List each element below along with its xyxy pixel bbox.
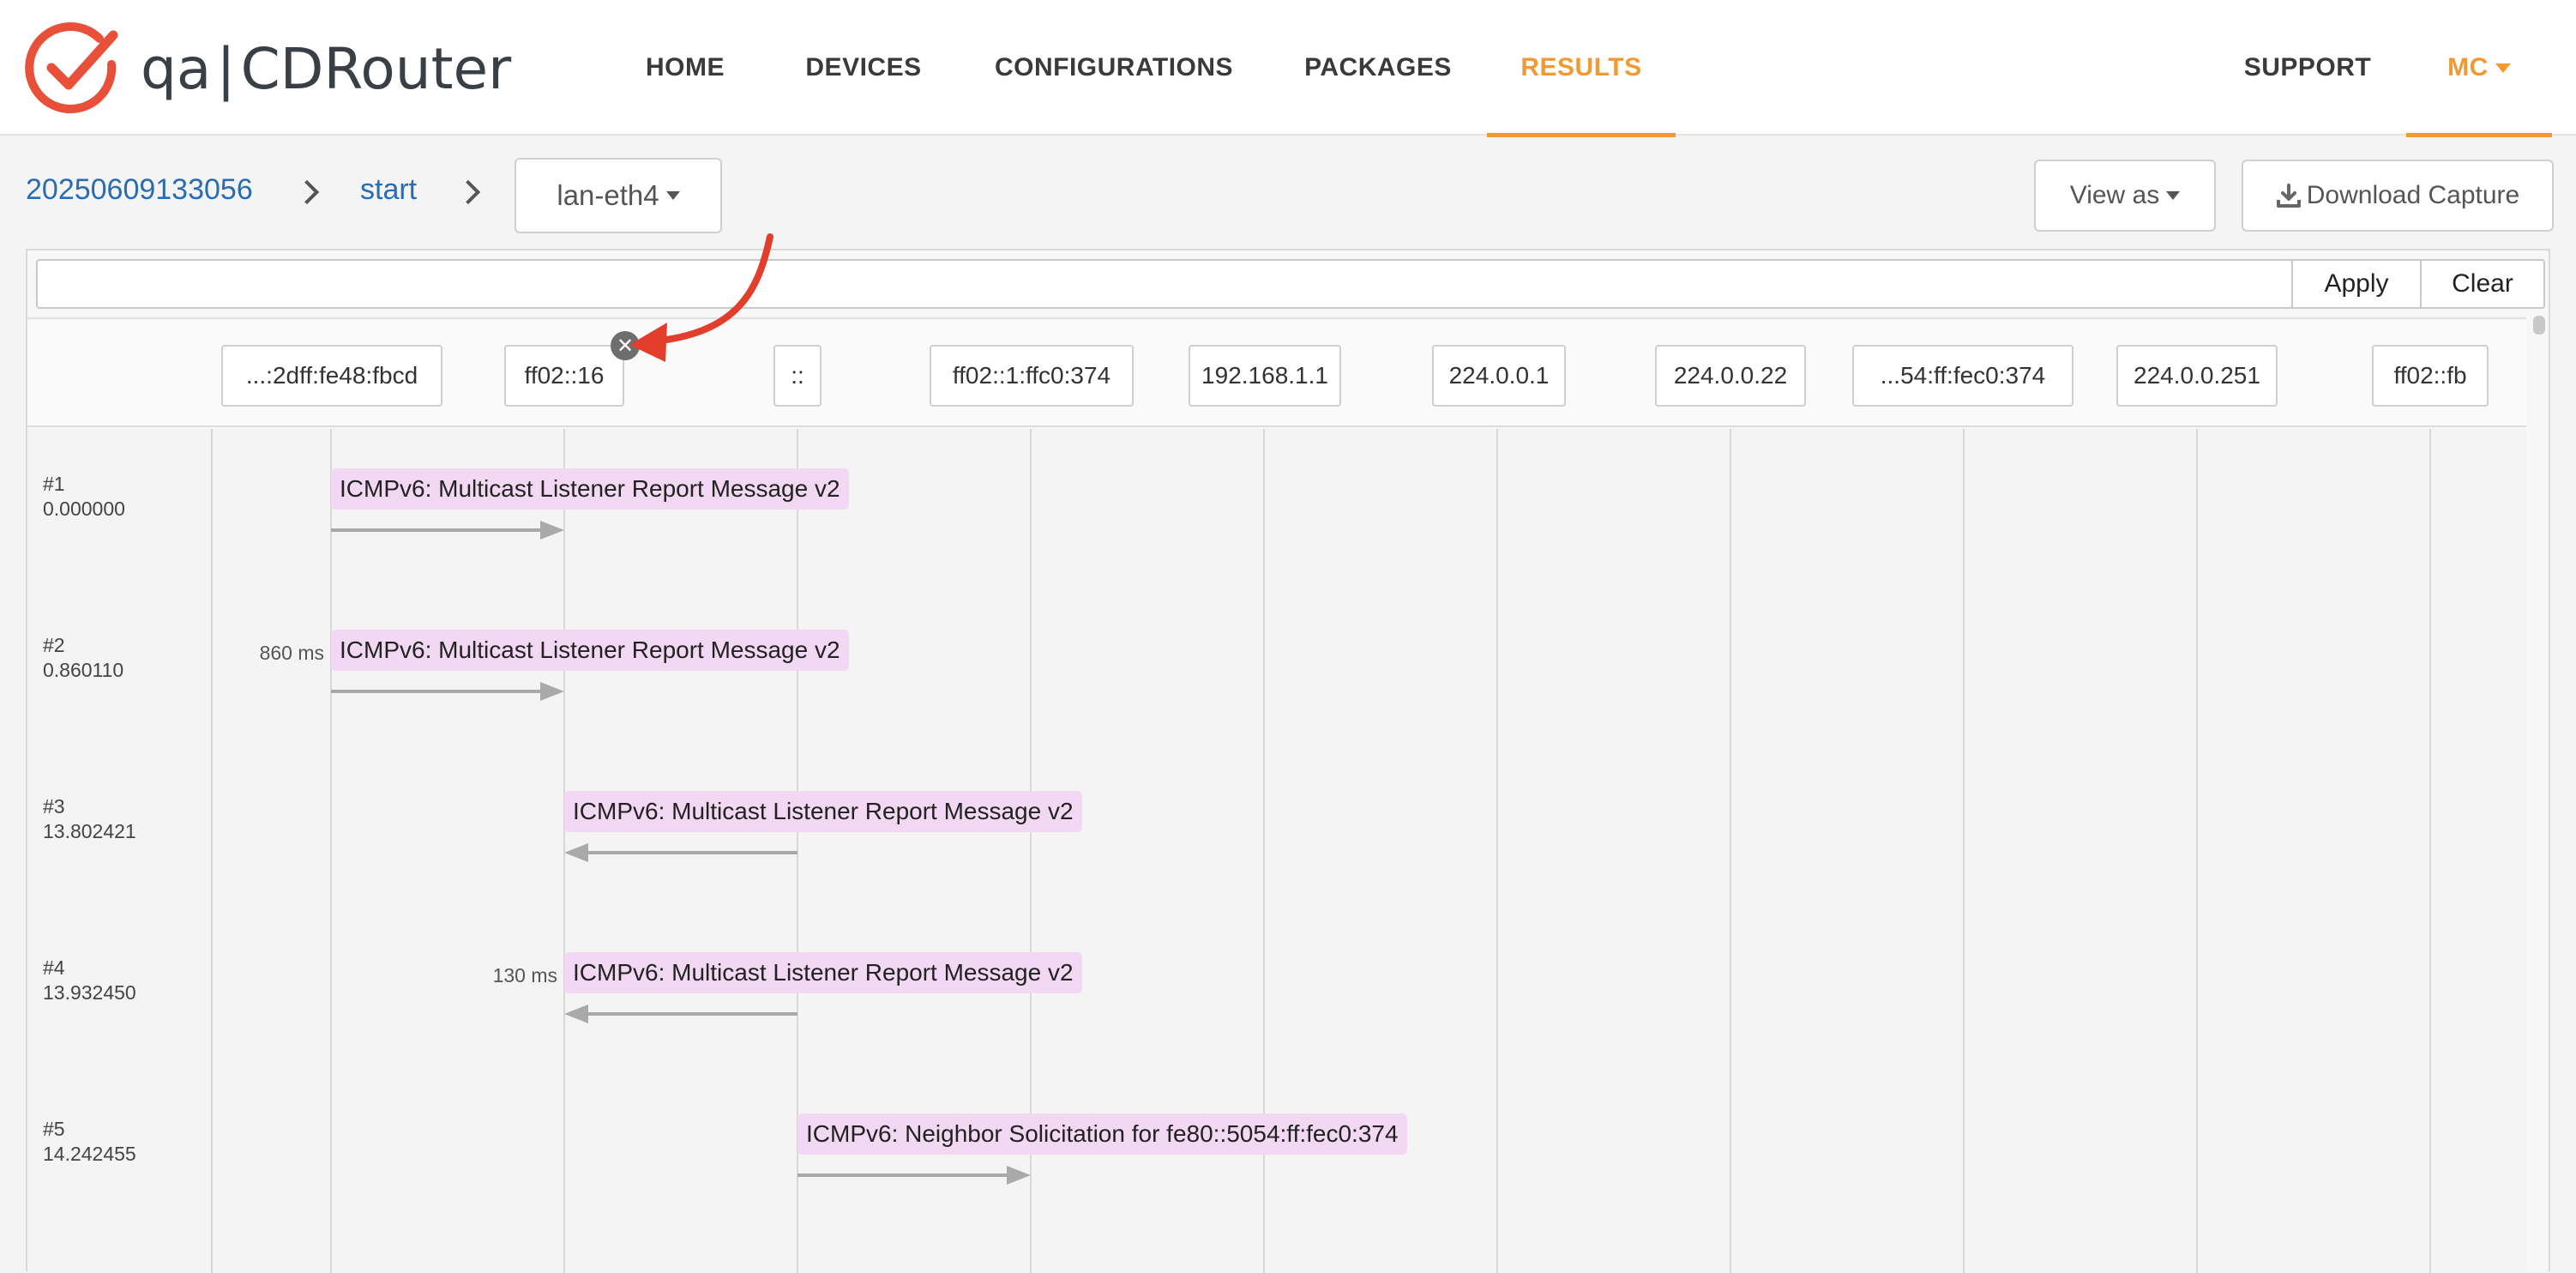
nav-devices[interactable]: DEVICES: [803, 0, 924, 136]
time-delta: 130 ms: [492, 964, 557, 986]
host-column[interactable]: ff02::16: [504, 345, 624, 407]
packet-index: #3 13.802421: [43, 794, 136, 844]
lifeline: [2429, 429, 2431, 1273]
packet-number: #2: [43, 634, 65, 656]
user-initials: MC: [2447, 53, 2489, 81]
view-as-label: View as: [2069, 181, 2160, 209]
arrow-right-icon: [797, 1165, 1031, 1186]
host-column[interactable]: 224.0.0.1: [1432, 345, 1566, 407]
lifeline: [2196, 429, 2198, 1273]
packet-message[interactable]: ICMPv6: Multicast Listener Report Messag…: [331, 630, 849, 671]
nav-home[interactable]: HOME: [636, 0, 734, 136]
arrow-right-icon: [331, 520, 564, 540]
packet-timestamp: 0.000000: [43, 498, 125, 520]
host-column[interactable]: 224.0.0.22: [1655, 345, 1806, 407]
nav-results[interactable]: RESULTS: [1487, 0, 1676, 137]
filter-input[interactable]: [36, 259, 2293, 309]
interface-dropdown-label: lan-eth4: [557, 179, 659, 211]
logo-text: qa|CDRouter: [141, 35, 512, 102]
host-column[interactable]: 192.168.1.1: [1189, 345, 1341, 407]
breadcrumb-test-link[interactable]: start: [360, 173, 417, 207]
host-column[interactable]: ff02::fb: [2372, 345, 2489, 407]
lifeline: [1496, 429, 1498, 1273]
packet-message[interactable]: ICMPv6: Multicast Listener Report Messag…: [564, 791, 1082, 832]
sequence-diagram: #1 0.000000 ICMPv6: Multicast Listener Rep…: [27, 429, 2526, 1273]
interface-dropdown[interactable]: lan-eth4: [515, 158, 722, 233]
nav-configurations[interactable]: CONFIGURATIONS: [995, 0, 1233, 136]
packet-flow-panel: Apply Clear ...:2dff:fe48:fbcd ff02::16 …: [26, 249, 2550, 1273]
scrollbar-thumb[interactable]: [2533, 316, 2545, 335]
view-as-button[interactable]: View as: [2034, 160, 2216, 232]
chevron-right-icon: [294, 179, 320, 205]
packet-timestamp: 14.242455: [43, 1143, 136, 1165]
breadcrumb-result-link[interactable]: 20250609133056: [26, 173, 253, 207]
host-column[interactable]: ff02::1:ffc0:374: [930, 345, 1134, 407]
clear-button[interactable]: Clear: [2420, 259, 2545, 309]
host-column[interactable]: ...54:ff:fec0:374: [1852, 345, 2073, 407]
arrow-left-icon: [564, 842, 797, 863]
packet-timestamp: 13.802421: [43, 820, 136, 842]
nav-packages[interactable]: PACKAGES: [1304, 0, 1451, 136]
chevron-right-icon: [455, 179, 481, 205]
caret-down-icon: [2495, 63, 2511, 73]
download-icon: [2276, 184, 2301, 208]
time-delta: 860 ms: [259, 642, 324, 664]
packet-index: #4 13.932450: [43, 956, 136, 1005]
caret-down-icon: [665, 191, 680, 200]
lifeline: [1730, 429, 1731, 1273]
packet-index: #1 0.000000: [43, 472, 125, 522]
packet-message[interactable]: ICMPv6: Multicast Listener Report Messag…: [331, 468, 849, 510]
top-navbar: qa|CDRouter HOME DEVICES CONFIGURATIONS …: [0, 0, 2576, 137]
host-column[interactable]: ::: [773, 345, 822, 407]
host-column[interactable]: ...:2dff:fe48:fbcd: [221, 345, 442, 407]
packet-number: #1: [43, 473, 65, 495]
packet-message[interactable]: ICMPv6: Multicast Listener Report Messag…: [564, 952, 1082, 993]
logo[interactable]: qa|CDRouter: [24, 21, 511, 117]
packet-message[interactable]: ICMPv6: Neighbor Solicitation for fe80::…: [797, 1113, 1407, 1155]
packet-timestamp: 13.932450: [43, 981, 136, 1004]
check-circle-logo-icon: [25, 22, 118, 114]
lifeline: [1963, 429, 1965, 1273]
user-menu[interactable]: MC: [2406, 0, 2552, 137]
packet-number: #5: [43, 1118, 65, 1140]
download-capture-label: Download Capture: [2306, 181, 2520, 209]
arrow-left-icon: [564, 1004, 797, 1024]
host-column[interactable]: 224.0.0.251: [2116, 345, 2278, 407]
packet-index: #5 14.242455: [43, 1117, 136, 1167]
packet-timestamp: 0.860110: [43, 659, 124, 681]
lifeline: [330, 429, 332, 1273]
packet-number: #4: [43, 956, 65, 979]
apply-button[interactable]: Apply: [2291, 259, 2422, 309]
arrow-right-icon: [331, 681, 564, 702]
nav-support[interactable]: SUPPORT: [2235, 0, 2380, 136]
packet-number: #3: [43, 795, 65, 817]
download-capture-button[interactable]: Download Capture: [2242, 160, 2554, 232]
caret-down-icon: [2166, 191, 2181, 200]
packet-index: #2 0.860110: [43, 633, 123, 683]
remove-host-icon[interactable]: ✕: [611, 331, 640, 360]
